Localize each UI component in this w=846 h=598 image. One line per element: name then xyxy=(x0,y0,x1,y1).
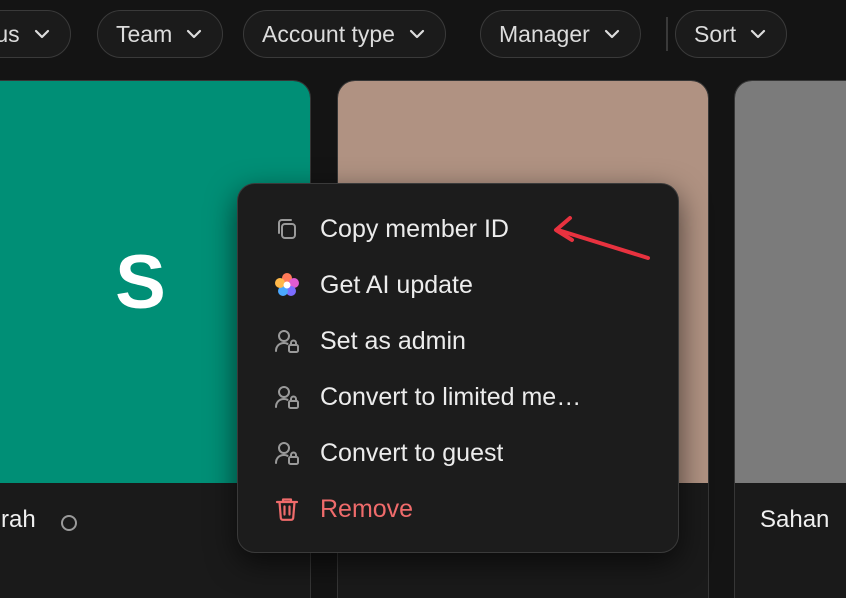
card-cover xyxy=(735,81,846,483)
trash-icon xyxy=(275,498,299,521)
filter-manager-label: Manager xyxy=(499,20,590,47)
filter-team-label: Team xyxy=(116,20,173,47)
filter-manager[interactable]: Manager xyxy=(480,10,641,58)
member-name: Sahan xyxy=(760,506,830,533)
member-card[interactable]: Sahan xyxy=(734,80,846,598)
filter-account-type[interactable]: Account type xyxy=(243,10,446,58)
filter-divider xyxy=(666,17,668,51)
menu-item-copy-member-id[interactable]: Copy member ID xyxy=(238,201,678,257)
copy-icon xyxy=(278,219,296,239)
ai-sparkle-icon xyxy=(275,273,299,296)
chevron-down-icon xyxy=(604,29,619,39)
member-context-menu: Copy member ID Get AI update Set as admi… xyxy=(237,183,679,553)
filter-status-label: tus xyxy=(0,20,20,47)
member-name: rah xyxy=(1,506,36,533)
chevron-down-icon xyxy=(751,29,766,39)
menu-item-label: Get AI update xyxy=(320,270,473,299)
sort-button[interactable]: Sort xyxy=(675,10,788,58)
menu-item-convert-guest[interactable]: Convert to guest xyxy=(238,425,678,481)
user-lock-icon xyxy=(275,442,299,465)
menu-item-get-ai-update[interactable]: Get AI update xyxy=(238,257,678,313)
filter-team[interactable]: Team xyxy=(97,10,224,58)
menu-item-label: Copy member ID xyxy=(320,214,509,243)
menu-item-label: Convert to limited me… xyxy=(320,382,582,411)
user-lock-icon xyxy=(275,386,299,409)
status-indicator xyxy=(61,515,77,531)
sort-label: Sort xyxy=(694,20,737,47)
chevron-down-icon xyxy=(409,29,425,39)
menu-item-remove[interactable]: Remove xyxy=(238,481,678,537)
menu-item-convert-limited-member[interactable]: Convert to limited me… xyxy=(238,369,678,425)
menu-item-label: Remove xyxy=(320,494,414,523)
filter-bar: tus Team Account type Manager Sort xyxy=(0,10,846,58)
chevron-down-icon xyxy=(187,29,202,39)
filter-status[interactable]: tus xyxy=(0,10,71,58)
menu-item-label: Convert to guest xyxy=(320,438,504,467)
team-members-page: tus Team Account type Manager Sort S rah xyxy=(0,0,846,598)
filter-account-type-label: Account type xyxy=(262,20,395,47)
chevron-down-icon xyxy=(34,29,49,39)
menu-item-set-as-admin[interactable]: Set as admin xyxy=(238,313,678,369)
user-lock-icon xyxy=(275,330,299,353)
menu-item-label: Set as admin xyxy=(320,326,466,355)
